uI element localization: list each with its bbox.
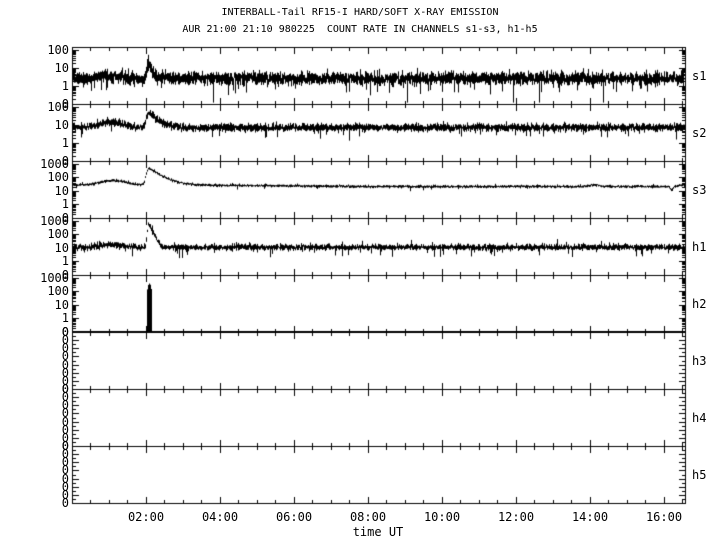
y-tick-label-s1: 10 — [55, 62, 69, 74]
y-tick-label-s2: 10 — [55, 119, 69, 131]
y-tick-label-h1: 100 — [47, 228, 69, 240]
y-tick-label-s1: 1 — [62, 80, 69, 92]
panel-label-h1: h1 — [692, 241, 706, 253]
y-tick-label-s2: 100 — [47, 101, 69, 113]
panel-label-h5: h5 — [692, 469, 706, 481]
y-tick-label-h2: 10 — [55, 299, 69, 311]
panel-label-h3: h3 — [692, 355, 706, 367]
x-tick-label: 12:00 — [498, 511, 534, 523]
y-tick-label-s3: 10 — [55, 185, 69, 197]
y-tick-label-h5: 0 — [62, 497, 69, 509]
x-tick-label: 04:00 — [202, 511, 238, 523]
panel-label-h2: h2 — [692, 298, 706, 310]
y-tick-label-h2: 1000 — [40, 272, 69, 284]
x-axis-title: time UT — [353, 526, 404, 538]
plot-canvas — [0, 0, 720, 550]
figure-root: INTERBALL-Tail RF15-I HARD/SOFT X-RAY EM… — [0, 0, 720, 550]
x-tick-label: 16:00 — [646, 511, 682, 523]
x-tick-label: 06:00 — [276, 511, 312, 523]
y-tick-label-h2: 1 — [62, 312, 69, 324]
y-tick-label-h2: 100 — [47, 285, 69, 297]
panel-label-s1: s1 — [692, 70, 706, 82]
y-tick-label-s1: 100 — [47, 44, 69, 56]
y-tick-label-h1: 1 — [62, 255, 69, 267]
panel-label-s2: s2 — [692, 127, 706, 139]
panel-label-h4: h4 — [692, 412, 706, 424]
y-tick-label-s3: 100 — [47, 171, 69, 183]
y-tick-label-s2: 1 — [62, 137, 69, 149]
y-tick-label-h1: 10 — [55, 242, 69, 254]
x-tick-label: 10:00 — [424, 511, 460, 523]
x-tick-label: 08:00 — [350, 511, 386, 523]
y-tick-label-s3: 1 — [62, 198, 69, 210]
x-tick-label: 02:00 — [128, 511, 164, 523]
y-tick-label-h1: 1000 — [40, 215, 69, 227]
panel-label-s3: s3 — [692, 184, 706, 196]
x-tick-label: 14:00 — [572, 511, 608, 523]
y-tick-label-s3: 1000 — [40, 158, 69, 170]
